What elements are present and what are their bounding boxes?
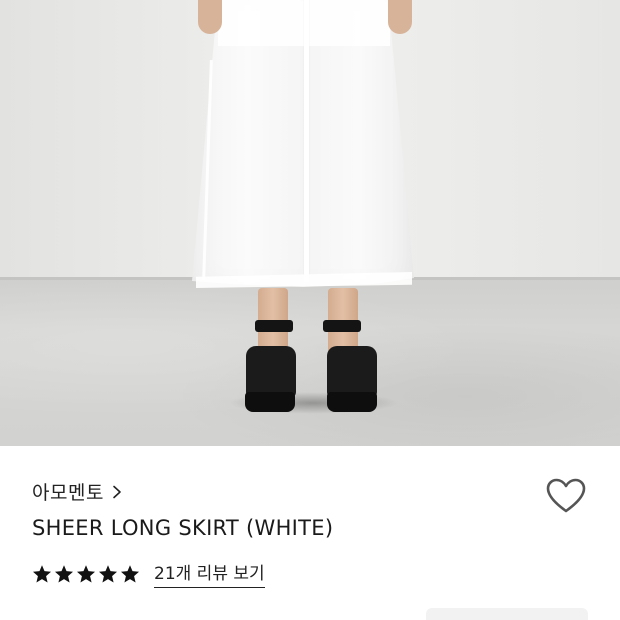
star-icon: [33, 564, 51, 582]
right-shoe: [327, 346, 377, 398]
heart-outline-icon[interactable]: [546, 478, 586, 514]
left-shoe-strap: [255, 320, 293, 332]
product-detail-page: 아모멘토 SHEER LONG SKIRT (WHITE) 21개 리뷰 보기: [0, 0, 620, 620]
left-shoe-sole: [245, 392, 295, 412]
rating-row: 21개 리뷰 보기: [32, 559, 265, 588]
chevron-right-icon: [113, 485, 121, 498]
star-icon: [121, 564, 139, 582]
star-icon: [55, 564, 73, 582]
brand-name: 아모멘토: [32, 482, 104, 504]
star-rating: [32, 564, 140, 584]
skirt-center-seam: [304, 0, 309, 282]
model-right-hand: [388, 0, 412, 34]
photo-floor-texture: [0, 280, 620, 446]
product-title: SHEER LONG SKIRT (WHITE): [32, 516, 334, 540]
star-icon: [99, 564, 117, 582]
right-shoe-sole: [327, 392, 377, 412]
brand-link[interactable]: 아모멘토: [32, 478, 122, 505]
left-shoe: [246, 346, 296, 398]
product-image[interactable]: [0, 0, 620, 446]
review-link[interactable]: 21개 리뷰 보기: [154, 559, 265, 588]
bottom-chip[interactable]: [426, 608, 588, 620]
right-shoe-strap: [323, 320, 361, 332]
star-icon: [77, 564, 95, 582]
model-left-hand: [198, 0, 222, 34]
